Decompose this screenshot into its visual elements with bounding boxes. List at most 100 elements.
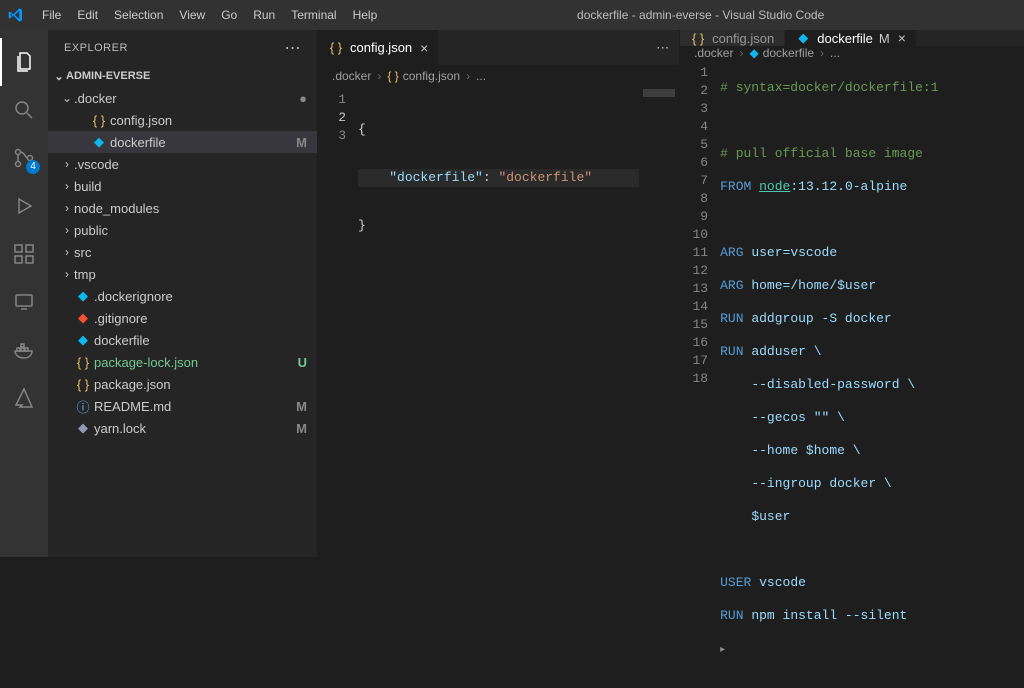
chevron-icon: ›	[60, 179, 74, 193]
tab-config-json-right[interactable]: { } config.json	[680, 30, 785, 46]
tab-label: dockerfile	[817, 31, 873, 46]
activity-explorer[interactable]	[0, 38, 48, 86]
breadcrumb-folder[interactable]: .docker	[332, 69, 371, 83]
editor-group-right: { } config.json ◆ dockerfile M × .docker…	[680, 30, 1024, 557]
editor-area: { } config.json × ⋯ .docker › { } config…	[318, 30, 1024, 557]
tree-item-label: dockerfile	[94, 333, 307, 348]
menu-view[interactable]: View	[171, 8, 213, 22]
activity-search[interactable]	[0, 86, 48, 134]
chevron-icon: ›	[60, 245, 74, 259]
tree-folder[interactable]: ›tmp	[48, 263, 317, 285]
tree-folder[interactable]: ›src	[48, 241, 317, 263]
tab-dockerfile[interactable]: ◆ dockerfile M ×	[785, 30, 917, 46]
chevron-icon: ›	[60, 201, 74, 215]
menu-selection[interactable]: Selection	[106, 8, 171, 22]
tree-file[interactable]: ◆dockerfile	[48, 329, 317, 351]
tree-item-label: package-lock.json	[94, 355, 294, 370]
sidebar-header: EXPLORER ⋯	[48, 30, 317, 65]
scm-status: M	[296, 135, 307, 150]
json-icon: { }	[328, 40, 344, 55]
chevron-icon: ›	[60, 267, 74, 281]
editor-group-left: { } config.json × ⋯ .docker › { } config…	[318, 30, 680, 557]
breadcrumb-more[interactable]: ...	[476, 69, 486, 83]
code-editor-left[interactable]: 1 2 3 { "dockerfile": "dockerfile" }	[318, 87, 679, 557]
azure-icon	[12, 386, 36, 410]
scm-status: U	[298, 355, 307, 370]
menu-run[interactable]: Run	[245, 8, 283, 22]
sidebar-more-icon[interactable]: ⋯	[285, 38, 302, 58]
tree-file[interactable]: ◆dockerfileM	[48, 131, 317, 153]
tab-label: config.json	[350, 40, 412, 55]
tree-folder[interactable]: ⌄.docker ●	[48, 87, 317, 109]
tab-config-json[interactable]: { } config.json ×	[318, 30, 439, 65]
search-icon	[12, 98, 36, 122]
sidebar-title: EXPLORER	[64, 42, 128, 54]
menu-edit[interactable]: Edit	[69, 8, 106, 22]
tab-label: config.json	[712, 31, 774, 46]
docker-icon: ◆	[795, 30, 811, 46]
tabs-left: { } config.json × ⋯	[318, 30, 679, 65]
tree-item-label: yarn.lock	[94, 421, 292, 436]
titlebar: File Edit Selection View Go Run Terminal…	[0, 0, 1024, 30]
menu-file[interactable]: File	[34, 8, 69, 22]
extensions-icon	[12, 242, 36, 266]
activity-azure[interactable]	[0, 374, 48, 422]
tree-file[interactable]: { }package-lock.jsonU	[48, 351, 317, 373]
tree-file[interactable]: ⓘREADME.mdM	[48, 395, 317, 417]
chevron-down-icon: ⌄	[52, 70, 66, 83]
breadcrumb-more[interactable]: ...	[830, 46, 840, 60]
editor-more-icon[interactable]: ⋯	[656, 40, 669, 56]
activity-run-debug[interactable]	[0, 182, 48, 230]
tree-folder[interactable]: ›node_modules	[48, 197, 317, 219]
activity-remote[interactable]	[0, 278, 48, 326]
tree-folder[interactable]: ›build	[48, 175, 317, 197]
scm-status: M	[296, 421, 307, 436]
tree-item-label: tmp	[74, 267, 307, 282]
code-editor-right[interactable]: 123456789101112131415161718 # syntax=doc…	[680, 60, 1024, 688]
tree-file[interactable]: ◆.gitignore	[48, 307, 317, 329]
tree-item-label: package.json	[94, 377, 307, 392]
code-content[interactable]: { "dockerfile": "dockerfile" }	[358, 87, 639, 557]
file-tree: ⌄.docker ● { }config.json ◆dockerfile M ›.vsc…	[48, 87, 317, 439]
tree-file[interactable]: ◆.dockerignore	[48, 285, 317, 307]
gutter: 1 2 3	[318, 87, 358, 557]
menu-bar: File Edit Selection View Go Run Terminal…	[34, 8, 385, 22]
menu-help[interactable]: Help	[345, 8, 386, 22]
tree-item-label: dockerfile	[110, 135, 292, 150]
breadcrumbs-right[interactable]: .docker › ◆ dockerfile › ...	[680, 46, 1024, 60]
tree-item-label: .gitignore	[94, 311, 307, 326]
json-icon: { }	[387, 69, 398, 83]
breadcrumb-file[interactable]: dockerfile	[763, 46, 814, 60]
docker-icon: ◆	[749, 46, 758, 60]
breadcrumb-folder[interactable]: .docker	[694, 46, 733, 60]
breadcrumbs-left[interactable]: .docker › { } config.json › ...	[318, 65, 679, 87]
remote-icon	[12, 290, 36, 314]
chevron-icon: ⌄	[60, 91, 74, 105]
tree-folder[interactable]: ›public	[48, 219, 317, 241]
activity-scm[interactable]: 4	[0, 134, 48, 182]
activity-docker[interactable]	[0, 326, 48, 374]
play-icon	[12, 194, 36, 218]
sidebar: EXPLORER ⋯ ⌄ ADMIN-EVERSE ⌄.docker●{ }co…	[48, 30, 318, 557]
chevron-icon: ›	[60, 223, 74, 237]
tree-item-label: .dockerignore	[94, 289, 307, 304]
close-icon[interactable]: ×	[420, 40, 428, 56]
tree-folder[interactable]: ›.vscode	[48, 153, 317, 175]
project-root[interactable]: ⌄ ADMIN-EVERSE	[48, 65, 317, 87]
tree-file[interactable]: { }config.json	[48, 109, 317, 131]
activity-extensions[interactable]	[0, 230, 48, 278]
scm-badge: 4	[26, 160, 40, 174]
menu-terminal[interactable]: Terminal	[283, 8, 344, 22]
minimap[interactable]	[639, 87, 679, 557]
chevron-icon: ›	[60, 157, 74, 171]
tree-file[interactable]: { }package.json	[48, 373, 317, 395]
tree-item-label: README.md	[94, 399, 292, 414]
close-icon[interactable]: ×	[898, 30, 906, 46]
breadcrumb-file[interactable]: config.json	[403, 69, 460, 83]
tree-item-label: .docker	[74, 91, 295, 106]
menu-go[interactable]: Go	[213, 8, 245, 22]
tree-item-label: build	[74, 179, 307, 194]
scm-status: ●	[299, 91, 307, 106]
code-content[interactable]: # syntax=docker/dockerfile:1 # pull offi…	[720, 60, 1024, 688]
tree-file[interactable]: ◆yarn.lockM	[48, 417, 317, 439]
